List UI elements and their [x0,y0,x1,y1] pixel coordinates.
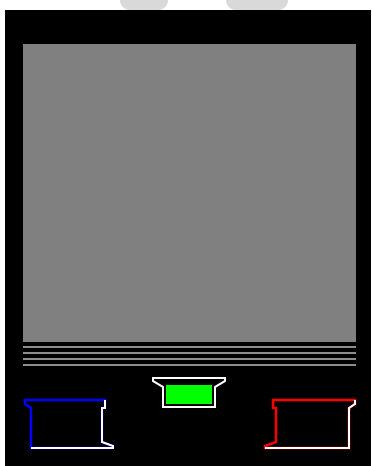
screen-scanline [23,352,356,354]
device-frame [5,10,371,466]
display-screen [23,44,356,342]
app-window [0,0,372,466]
screen-scanline [23,346,356,348]
screen-scanline [23,364,356,366]
left-blue-button[interactable] [23,398,115,450]
top-bump-right [226,0,288,10]
red-slot-icon [263,398,357,450]
blue-slot-icon [23,398,115,450]
top-bump-left [120,0,168,10]
right-red-button[interactable] [263,398,357,450]
center-green-button[interactable] [151,376,227,412]
green-slot-icon [166,385,212,404]
screen-scanline [23,358,356,360]
